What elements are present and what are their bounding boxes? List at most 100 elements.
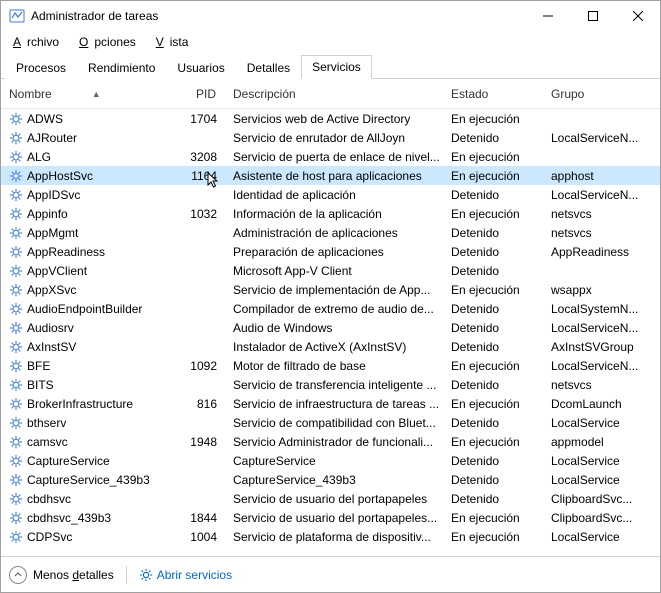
table-row[interactable]: cbdhsvc_439b31844Servicio de usuario del… bbox=[1, 508, 660, 527]
tab-processes[interactable]: Procesos bbox=[5, 56, 77, 79]
service-name: Audiosrv bbox=[27, 321, 74, 335]
table-row[interactable]: AxInstSVInstalador de ActiveX (AxInstSV)… bbox=[1, 337, 660, 356]
service-list[interactable]: ADWS1704Servicios web de Active Director… bbox=[1, 109, 660, 556]
tab-services[interactable]: Servicios bbox=[301, 55, 372, 79]
service-pid: 1704 bbox=[179, 112, 227, 126]
fewer-details-button[interactable]: Menos detalles bbox=[9, 566, 114, 584]
service-description: Administración de aplicaciones bbox=[227, 226, 445, 240]
service-name: CaptureService_439b3 bbox=[27, 473, 150, 487]
table-row[interactable]: ALG3208Servicio de puerta de enlace de n… bbox=[1, 147, 660, 166]
service-name: AppMgmt bbox=[27, 226, 78, 240]
service-group: apphost bbox=[545, 169, 660, 183]
service-icon bbox=[9, 321, 23, 335]
service-name: AppIDSvc bbox=[27, 188, 80, 202]
table-row[interactable]: AJRouterServicio de enrutador de AllJoyn… bbox=[1, 128, 660, 147]
tab-details[interactable]: Detalles bbox=[236, 56, 301, 79]
table-row[interactable]: AppReadinessPreparación de aplicacionesD… bbox=[1, 242, 660, 261]
service-icon bbox=[9, 169, 23, 183]
table-row[interactable]: AppVClientMicrosoft App-V ClientDetenido bbox=[1, 261, 660, 280]
table-row[interactable]: CDPSvc1004Servicio de plataforma de disp… bbox=[1, 527, 660, 546]
table-row[interactable]: CaptureService_439b3 CaptureService_439b3… bbox=[1, 470, 660, 489]
service-group: LocalService bbox=[545, 530, 660, 544]
service-name: CDPSvc bbox=[27, 530, 72, 544]
tabs: Procesos Rendimiento Usuarios Detalles S… bbox=[1, 55, 660, 79]
service-status: En ejecución bbox=[445, 169, 545, 183]
table-row[interactable]: AudiosrvAudio de WindowsDetenidoLocalSer… bbox=[1, 318, 660, 337]
table-row[interactable]: Appinfo1032Información de la aplicaciónE… bbox=[1, 204, 660, 223]
service-name: AppReadiness bbox=[27, 245, 105, 259]
service-description: Servicio Administrador de funcionali... bbox=[227, 435, 445, 449]
service-icon bbox=[9, 150, 23, 164]
table-row[interactable]: AppHostSvc1164Asistente de host para apl… bbox=[1, 166, 660, 185]
service-icon bbox=[9, 112, 23, 126]
service-pid: 1004 bbox=[179, 530, 227, 544]
service-icon bbox=[9, 207, 23, 221]
service-name: BrokerInfrastructure bbox=[27, 397, 133, 411]
service-icon bbox=[9, 359, 23, 373]
service-status: En ejecución bbox=[445, 112, 545, 126]
service-group: AxInstSVGroup bbox=[545, 340, 660, 354]
close-button[interactable] bbox=[615, 1, 660, 31]
footer: Menos detalles Abrir servicios bbox=[1, 556, 660, 592]
service-status: Detenido bbox=[445, 492, 545, 506]
open-services-link[interactable]: Abrir servicios bbox=[139, 568, 232, 582]
service-status: En ejecución bbox=[445, 511, 545, 525]
service-description: CaptureService bbox=[227, 454, 445, 468]
service-icon bbox=[9, 454, 23, 468]
service-group: wsappx bbox=[545, 283, 660, 297]
window-title: Administrador de tareas bbox=[31, 9, 525, 23]
service-status: Detenido bbox=[445, 321, 545, 335]
service-description: Preparación de aplicaciones bbox=[227, 245, 445, 259]
table-row[interactable]: AppXSvcServicio de implementación de App… bbox=[1, 280, 660, 299]
table-row[interactable]: CaptureServiceCaptureServiceDetenidoLoca… bbox=[1, 451, 660, 470]
column-header-pid[interactable]: PID bbox=[179, 87, 227, 101]
table-row[interactable]: BITSServicio de transferencia inteligent… bbox=[1, 375, 660, 394]
task-manager-icon bbox=[9, 8, 25, 24]
column-header-description[interactable]: Descripción bbox=[227, 87, 445, 101]
menubar: Archivo Opciones Vista bbox=[1, 31, 660, 55]
column-header-name[interactable]: Nombre ▲ bbox=[1, 87, 179, 101]
table-row[interactable]: ADWS1704Servicios web de Active Director… bbox=[1, 109, 660, 128]
tab-users[interactable]: Usuarios bbox=[166, 56, 235, 79]
service-pid: 1164 bbox=[179, 169, 227, 183]
service-icon bbox=[9, 378, 23, 392]
service-group: netsvcs bbox=[545, 378, 660, 392]
table-row[interactable]: AppIDSvcIdentidad de aplicaciónDetenidoL… bbox=[1, 185, 660, 204]
chevron-up-icon bbox=[9, 566, 27, 584]
tab-performance[interactable]: Rendimiento bbox=[77, 56, 166, 79]
service-description: CaptureService_439b3 bbox=[227, 473, 445, 487]
service-name: ADWS bbox=[27, 112, 63, 126]
service-name: BITS bbox=[27, 378, 54, 392]
column-header-status[interactable]: Estado bbox=[445, 87, 545, 101]
menu-file[interactable]: Archivo bbox=[7, 33, 71, 51]
minimize-button[interactable] bbox=[525, 1, 570, 31]
service-description: Asistente de host para aplicaciones bbox=[227, 169, 445, 183]
service-name: cbdhsvc_439b3 bbox=[27, 511, 111, 525]
sort-asc-icon: ▲ bbox=[92, 89, 101, 99]
service-name: AJRouter bbox=[27, 131, 77, 145]
menu-options[interactable]: Opciones bbox=[73, 33, 148, 51]
service-group: LocalSystemN... bbox=[545, 302, 660, 316]
table-row[interactable]: AppMgmtAdministración de aplicacionesDet… bbox=[1, 223, 660, 242]
service-group: AppReadiness bbox=[545, 245, 660, 259]
service-icon bbox=[9, 226, 23, 240]
service-group: ClipboardSvc... bbox=[545, 492, 660, 506]
table-row[interactable]: bthservServicio de compatibilidad con Bl… bbox=[1, 413, 660, 432]
maximize-button[interactable] bbox=[570, 1, 615, 31]
service-group: LocalServiceN... bbox=[545, 188, 660, 202]
menu-view[interactable]: Vista bbox=[150, 33, 201, 51]
service-name: camsvc bbox=[27, 435, 68, 449]
service-group: appmodel bbox=[545, 435, 660, 449]
table-row[interactable]: BFE1092Motor de filtrado de baseEn ejecu… bbox=[1, 356, 660, 375]
gear-icon bbox=[139, 568, 153, 582]
service-name: cbdhsvc bbox=[27, 492, 71, 506]
service-group: netsvcs bbox=[545, 207, 660, 221]
table-row[interactable]: BrokerInfrastructure816Servicio de infra… bbox=[1, 394, 660, 413]
table-row[interactable]: AudioEndpointBuilderCompilador de extrem… bbox=[1, 299, 660, 318]
service-group: ClipboardSvc... bbox=[545, 511, 660, 525]
table-row[interactable]: camsvc1948Servicio Administrador de func… bbox=[1, 432, 660, 451]
column-header-group[interactable]: Grupo bbox=[545, 87, 660, 101]
separator bbox=[126, 566, 127, 584]
service-description: Servicio de compatibilidad con Bluet... bbox=[227, 416, 445, 430]
table-row[interactable]: cbdhsvcServicio de usuario del portapape… bbox=[1, 489, 660, 508]
